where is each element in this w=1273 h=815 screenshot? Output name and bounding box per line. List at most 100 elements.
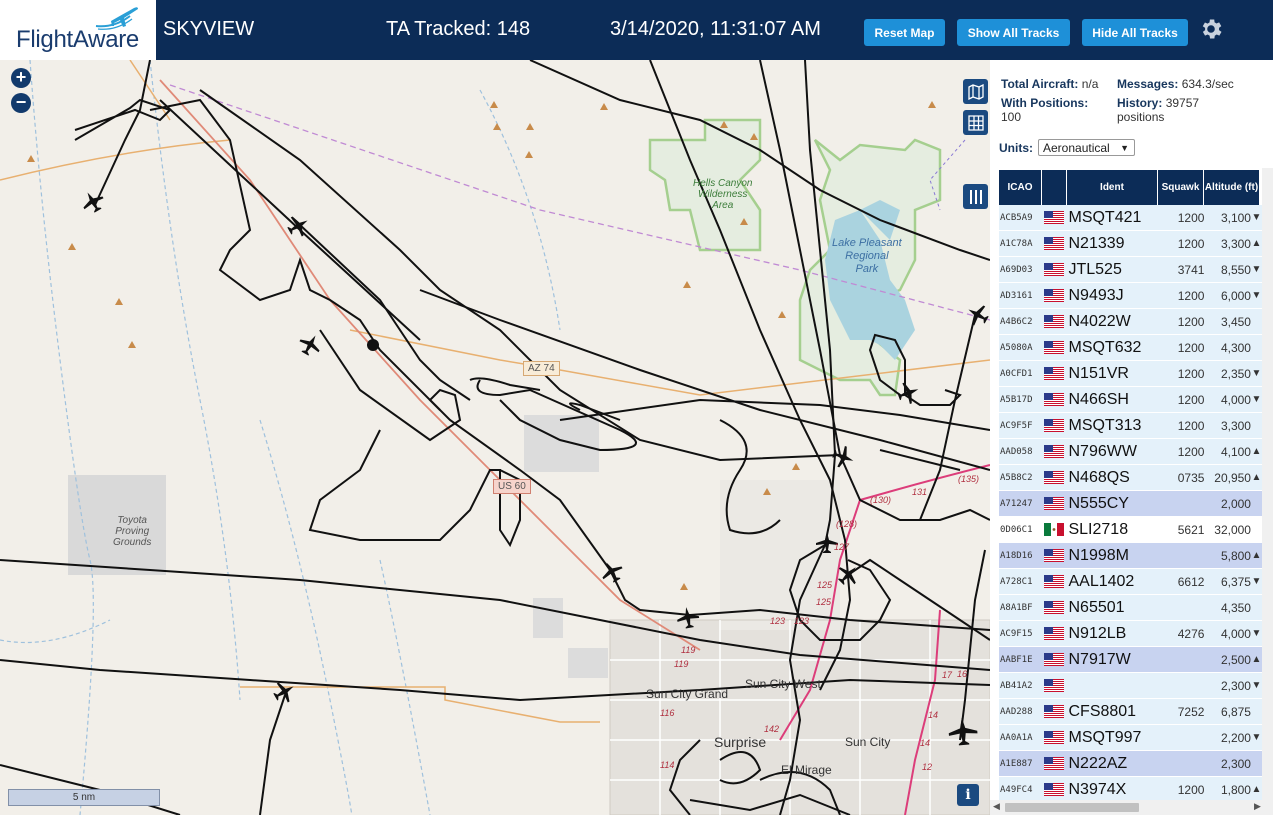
- altitude-value: 4,300: [1220, 340, 1251, 355]
- cell-altitude: 32,000: [1206, 523, 1262, 537]
- show-all-tracks-button[interactable]: Show All Tracks: [957, 19, 1070, 46]
- table-row[interactable]: A5B17D N466SH 1200 4,000 ▼: [999, 387, 1262, 413]
- table-row[interactable]: ACB5A9 MSQT421 1200 3,100 ▼: [999, 205, 1262, 231]
- cell-ident: N912LB: [1068, 624, 1127, 642]
- cell-ident: N21339: [1068, 234, 1125, 252]
- scroll-right-arrow-icon[interactable]: ▶: [1254, 801, 1261, 812]
- grid-toggle-button[interactable]: [963, 110, 988, 135]
- cell-altitude: 8,550 ▼: [1206, 263, 1262, 277]
- cell-icao: A69D03: [1000, 264, 1033, 275]
- units-select[interactable]: Aeronautical ▼: [1038, 139, 1135, 156]
- us-flag-icon: [1042, 367, 1067, 380]
- reset-map-button[interactable]: Reset Map: [864, 19, 945, 46]
- header-bar: FlightAware SKYVIEW TA Tracked: 148 3/14…: [0, 0, 1273, 60]
- table-row[interactable]: A4B6C2 N4022W 1200 3,450: [999, 309, 1262, 335]
- map-layers-button[interactable]: [963, 79, 988, 104]
- table-row[interactable]: AAD058 N796WW 1200 4,100 ▲: [999, 439, 1262, 465]
- cell-altitude: 5,800 ▲: [1206, 549, 1262, 563]
- table-row[interactable]: A728C1 AAL1402 6612 6,375 ▼: [999, 569, 1262, 595]
- altitude-value: 4,350: [1220, 600, 1251, 615]
- cell-ident: N466SH: [1068, 390, 1129, 408]
- cell-icao: AC9F15: [1000, 628, 1033, 639]
- cell-altitude: 2,300: [1206, 757, 1262, 771]
- cell-altitude: 3,450: [1206, 315, 1262, 329]
- cell-squawk: 0735: [1177, 470, 1205, 485]
- table-row[interactable]: A69D03 JTL525 3741 8,550 ▼: [999, 257, 1262, 283]
- cell-icao: AB41A2: [1000, 680, 1033, 691]
- table-row[interactable]: A8A1BF N65501 4,350: [999, 595, 1262, 621]
- cell-altitude: 1,800 ▲: [1206, 783, 1262, 797]
- cell-squawk: 1200: [1177, 444, 1205, 459]
- table-row[interactable]: AA0A1A MSQT997 2,200 ▼: [999, 725, 1262, 751]
- cell-squawk: 1200: [1177, 340, 1205, 355]
- column-header-altitude[interactable]: Altitude (ft): [1204, 170, 1259, 205]
- mexico-flag-icon: [1042, 523, 1067, 536]
- cell-icao: AAD058: [1000, 446, 1033, 457]
- altitude-trend-icon: ▼: [1251, 290, 1262, 301]
- altitude-value: 5,800: [1220, 548, 1251, 563]
- table-row[interactable]: 0D06C1 SLI2718 5621 32,000: [999, 517, 1262, 543]
- table-row[interactable]: A0CFD1 N151VR 1200 2,350 ▼: [999, 361, 1262, 387]
- info-button[interactable]: i: [957, 784, 979, 806]
- cell-squawk: 6612: [1177, 574, 1205, 589]
- table-row[interactable]: A18D16 N1998M 5,800 ▲: [999, 543, 1262, 569]
- cell-icao: A71247: [1000, 498, 1033, 509]
- column-header-squawk[interactable]: Squawk: [1158, 170, 1203, 205]
- zoom-in-button[interactable]: +: [11, 68, 31, 88]
- us-flag-icon: [1042, 471, 1067, 484]
- map-view[interactable]: (135) (130) 131 (128) 127 125 125 123 12…: [0, 60, 990, 815]
- zoom-out-button[interactable]: −: [11, 93, 31, 113]
- altitude-trend-icon: ▼: [1251, 212, 1262, 223]
- column-header-icao[interactable]: ICAO: [999, 170, 1041, 205]
- table-body: ACB5A9 MSQT421 1200 3,100 ▼ A1C78A N21339 1200 3…: [999, 205, 1262, 815]
- cell-icao: A5B8C2: [1000, 472, 1033, 483]
- altitude-value: 3,100: [1220, 210, 1251, 225]
- map-canvas[interactable]: (135) (130) 131 (128) 127 125 125 123 12…: [0, 60, 990, 815]
- table-row[interactable]: A71247 N555CY 2,000: [999, 491, 1262, 517]
- cell-icao: AC9F5F: [1000, 420, 1033, 431]
- gear-icon[interactable]: [1198, 16, 1224, 42]
- altitude-value: 6,875: [1220, 704, 1251, 719]
- flightaware-logo[interactable]: FlightAware: [0, 0, 156, 60]
- cell-squawk: 1200: [1177, 314, 1205, 329]
- road-number: (135): [958, 474, 979, 484]
- cell-icao: 0D06C1: [1000, 524, 1033, 535]
- altitude-value: 8,550: [1220, 262, 1251, 277]
- table-row[interactable]: AABF1E N7917W 2,500 ▲: [999, 647, 1262, 673]
- table-row[interactable]: AC9F5F MSQT313 1200 3,300: [999, 413, 1262, 439]
- cell-altitude: 6,875: [1206, 705, 1262, 719]
- label-lake-pleasant: Lake Pleasant Regional Park: [832, 237, 902, 275]
- altitude-value: 4,000: [1220, 392, 1251, 407]
- scrollbar-thumb[interactable]: [1005, 803, 1139, 812]
- cell-icao: A4B6C2: [1000, 316, 1033, 327]
- altitude-value: 2,300: [1220, 756, 1251, 771]
- cell-ident: MSQT421: [1068, 208, 1142, 226]
- table-row[interactable]: A1C78A N21339 1200 3,300 ▲: [999, 231, 1262, 257]
- units-select-value: Aeronautical: [1043, 141, 1110, 155]
- road-number: 116: [660, 708, 674, 718]
- us-flag-icon: [1042, 497, 1067, 510]
- label-sun-city-grand: Sun City Grand: [646, 687, 729, 701]
- horizontal-scrollbar[interactable]: ◀ ▶: [990, 800, 1273, 815]
- table-row[interactable]: AB41A2 2,300 ▼: [999, 673, 1262, 699]
- cell-altitude: 4,300: [1206, 341, 1262, 355]
- us-flag-icon: [1042, 575, 1067, 588]
- table-row[interactable]: AD3161 N9493J 1200 6,000 ▼: [999, 283, 1262, 309]
- road-number: 12: [922, 762, 932, 772]
- us-flag-icon: [1042, 757, 1067, 770]
- table-row[interactable]: A5080A MSQT632 1200 4,300: [999, 335, 1262, 361]
- table-row[interactable]: AAD288 CFS8801 7252 6,875: [999, 699, 1262, 725]
- column-header-flag[interactable]: [1042, 170, 1066, 205]
- table-row[interactable]: A1E887 N222AZ 2,300: [999, 751, 1262, 777]
- columns-toggle-button[interactable]: [963, 184, 988, 209]
- cell-altitude: 4,000 ▼: [1206, 627, 1262, 641]
- cell-squawk: 5621: [1177, 522, 1205, 537]
- hide-all-tracks-button[interactable]: Hide All Tracks: [1082, 19, 1188, 46]
- vertical-scrollbar[interactable]: [1262, 168, 1273, 800]
- table-row[interactable]: AC9F15 N912LB 4276 4,000 ▼: [999, 621, 1262, 647]
- road-number: 123: [794, 616, 809, 626]
- scroll-left-arrow-icon[interactable]: ◀: [993, 801, 1000, 812]
- table-row[interactable]: A5B8C2 N468QS 0735 20,950 ▲: [999, 465, 1262, 491]
- altitude-trend-icon: ▼: [1251, 394, 1262, 405]
- column-header-ident[interactable]: Ident: [1067, 170, 1157, 205]
